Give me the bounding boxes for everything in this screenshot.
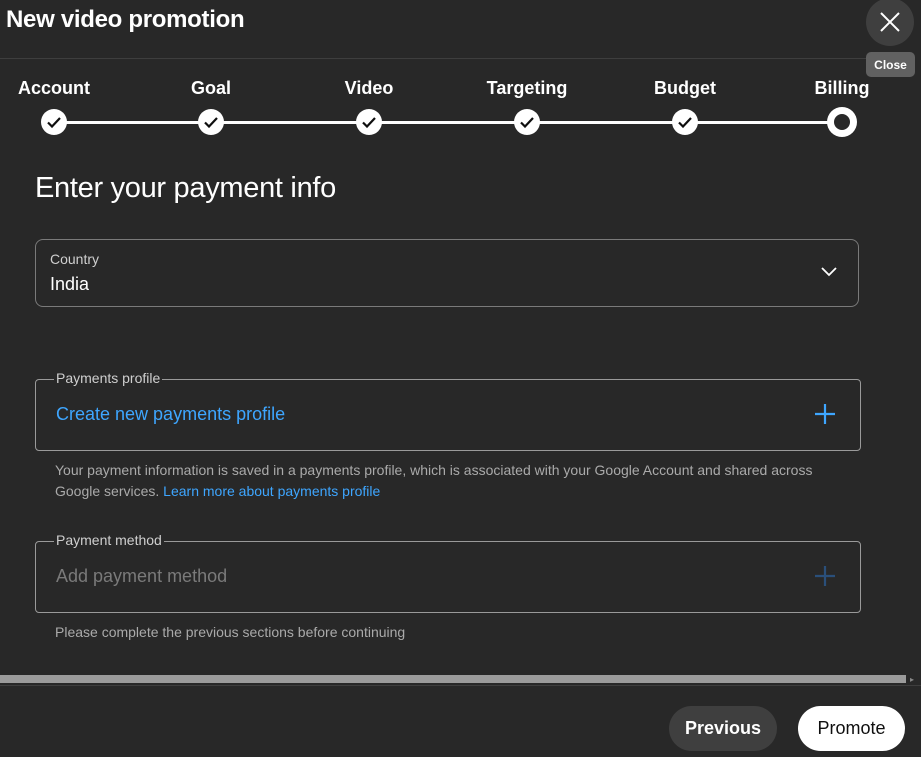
close-icon — [880, 12, 900, 32]
payments-profile-helper: Your payment information is saved in a p… — [55, 460, 835, 502]
plus-icon — [815, 566, 835, 586]
payments-profile-field[interactable]: Payments profile Create new payments pro… — [35, 370, 861, 451]
step-goal-label[interactable]: Goal — [191, 78, 231, 99]
header-divider — [0, 58, 866, 59]
page-heading: Enter your payment info — [35, 172, 336, 204]
step-budget-check-icon[interactable] — [672, 109, 698, 135]
chevron-down-icon — [821, 267, 837, 277]
learn-more-payments-profile-link[interactable]: Learn more about payments profile — [163, 483, 380, 499]
step-targeting-check-icon[interactable] — [514, 109, 540, 135]
step-video-check-icon[interactable] — [356, 109, 382, 135]
add-payment-method-link: Add payment method — [56, 566, 228, 586]
previous-button[interactable]: Previous — [669, 706, 777, 751]
close-button[interactable] — [866, 0, 914, 46]
payment-method-field: Payment method Add payment method — [35, 532, 861, 613]
step-billing-label[interactable]: Billing — [815, 78, 870, 99]
step-budget-label[interactable]: Budget — [654, 78, 716, 99]
close-tooltip: Close — [866, 52, 915, 77]
country-label: Country — [50, 251, 100, 267]
country-value: India — [50, 274, 90, 294]
promote-button[interactable]: Promote — [798, 706, 905, 751]
country-select[interactable]: Country India — [35, 239, 859, 307]
step-billing-current-icon[interactable] — [827, 107, 857, 137]
plus-icon[interactable] — [814, 403, 836, 425]
create-payments-profile-link[interactable]: Create new payments profile — [56, 404, 285, 425]
payment-method-helper: Please complete the previous sections be… — [55, 624, 406, 640]
footer-divider — [0, 685, 921, 686]
step-account-check-icon[interactable] — [41, 109, 67, 135]
step-goal-check-icon[interactable] — [198, 109, 224, 135]
dialog-title: New video promotion — [6, 6, 245, 33]
step-account-label[interactable]: Account — [18, 78, 90, 99]
scroll-right-icon[interactable]: ▸ — [910, 675, 914, 684]
payments-profile-legend: Payments profile — [54, 370, 163, 386]
step-video-label[interactable]: Video — [345, 78, 394, 99]
stepper-track — [54, 121, 842, 124]
payment-method-legend: Payment method — [54, 532, 164, 548]
horizontal-scrollbar[interactable] — [0, 675, 906, 683]
step-targeting-label[interactable]: Targeting — [487, 78, 568, 99]
current-step-dot — [834, 114, 850, 130]
